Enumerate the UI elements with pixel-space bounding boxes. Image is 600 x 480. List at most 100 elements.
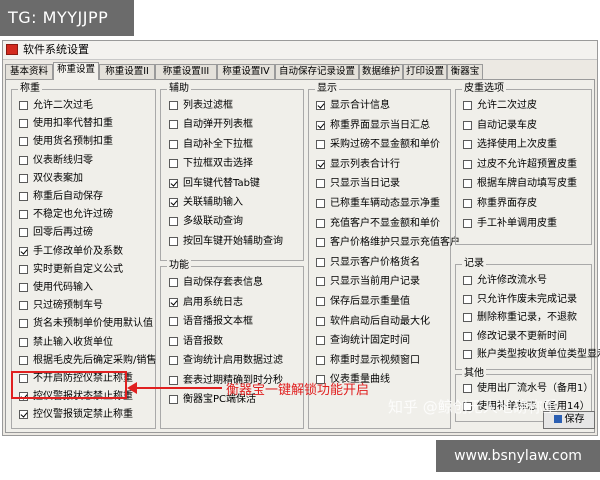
checkbox-item[interactable]: 不稳定也允许过磅 — [19, 207, 113, 222]
checkbox-item[interactable]: 使用代码输入 — [19, 280, 93, 295]
checkbox-unchecked[interactable] — [19, 319, 28, 329]
checkbox-checked[interactable] — [19, 410, 28, 420]
checkbox-item[interactable]: 已称重车辆动态显示净重 — [316, 196, 440, 211]
checkbox-unchecked[interactable] — [169, 278, 178, 287]
checkbox-unchecked[interactable] — [463, 331, 472, 341]
tab-auto-save-records[interactable]: 自动保存记录设置 — [275, 64, 359, 79]
checkbox-unchecked[interactable] — [463, 120, 472, 130]
checkbox-item[interactable]: 仪表断线归零 — [19, 153, 93, 168]
checkbox-unchecked[interactable] — [19, 355, 28, 365]
checkbox-unchecked[interactable] — [169, 236, 178, 246]
checkbox-item[interactable]: 允许二次过皮 — [463, 98, 537, 113]
checkbox-item[interactable]: 账户类型按收货单位类型显示 — [463, 347, 600, 362]
checkbox-unchecked[interactable] — [316, 297, 325, 306]
checkbox-unchecked[interactable] — [169, 317, 178, 326]
checkbox-unchecked[interactable] — [169, 159, 178, 169]
checkbox-unchecked[interactable] — [19, 228, 28, 238]
checkbox-unchecked[interactable] — [169, 395, 178, 404]
checkbox-unchecked[interactable] — [463, 384, 472, 393]
checkbox-unchecked[interactable] — [463, 276, 472, 285]
checkbox-item[interactable]: 多级联动查询 — [169, 214, 243, 229]
checkbox-unchecked[interactable] — [316, 179, 325, 189]
checkbox-checked[interactable] — [169, 297, 178, 307]
checkbox-item[interactable]: 充值客户不显金额和单价 — [316, 216, 440, 231]
checkbox-item[interactable]: 客户价格维护只显示充值客户 — [316, 235, 460, 250]
checkbox-item[interactable]: 根据毛皮先后确定采购/销售 — [19, 353, 156, 368]
checkbox-item[interactable]: 自动保存套表信息 — [169, 275, 263, 290]
tab-weighing-settings-4[interactable]: 称重设置IV — [217, 64, 275, 79]
checkbox-item[interactable]: 回车键代替Tab键 — [169, 176, 260, 191]
checkbox-item[interactable]: 选择使用上次皮重 — [463, 137, 557, 152]
checkbox-unchecked[interactable] — [19, 264, 28, 274]
tab-weighing-settings-2[interactable]: 称重设置II — [99, 64, 155, 79]
checkbox-item[interactable]: 语音播报文本框 — [169, 314, 253, 329]
checkbox-item[interactable]: 称重后自动保存 — [19, 189, 103, 204]
checkbox-unchecked[interactable] — [316, 238, 325, 248]
checkbox-unchecked[interactable] — [169, 139, 178, 149]
checkbox-item[interactable]: 查询统计固定时间 — [316, 333, 410, 348]
checkbox-item[interactable]: 只显示客户价格货名 — [316, 255, 420, 270]
checkbox-item[interactable]: 显示列表合计行 — [316, 157, 400, 172]
checkbox-checked[interactable] — [316, 159, 325, 169]
checkbox-item[interactable]: 只允许作废未完成记录 — [463, 292, 577, 307]
checkbox-item[interactable]: 语音报数 — [169, 334, 223, 349]
checkbox-item[interactable]: 只显示当日记录 — [316, 176, 400, 191]
checkbox-unchecked[interactable] — [463, 199, 472, 208]
checkbox-item[interactable]: 查询统计启用数据过滤 — [169, 353, 283, 368]
checkbox-unchecked[interactable] — [463, 159, 472, 169]
checkbox-unchecked[interactable] — [316, 277, 325, 287]
tab-hengqibao[interactable]: 衡器宝 — [447, 64, 483, 79]
checkbox-unchecked[interactable] — [463, 294, 472, 304]
checkbox-item[interactable]: 回零后再过磅 — [19, 225, 93, 240]
checkbox-unchecked[interactable] — [19, 301, 28, 311]
tab-basic-info[interactable]: 基本资料 — [5, 64, 53, 79]
checkbox-unchecked[interactable] — [19, 210, 28, 220]
checkbox-unchecked[interactable] — [19, 192, 28, 201]
checkbox-unchecked[interactable] — [463, 140, 472, 150]
tab-weighing-settings[interactable]: 称重设置 — [53, 62, 99, 80]
checkbox-unchecked[interactable] — [316, 199, 325, 208]
checkbox-item[interactable]: 下拉框双击选择 — [169, 156, 253, 171]
checkbox-item[interactable]: 修改记录不更新时间 — [463, 329, 567, 344]
checkbox-item[interactable]: 根据车牌自动填写皮重 — [463, 176, 577, 191]
checkbox-item[interactable]: 列表过滤框 — [169, 98, 233, 113]
tab-weighing-settings-3[interactable]: 称重设置III — [155, 64, 217, 79]
checkbox-item[interactable]: 控仪警报锁定禁止称重 — [19, 407, 133, 422]
checkbox-unchecked[interactable] — [316, 218, 325, 228]
tab-data-maintenance[interactable]: 数据维护 — [359, 64, 403, 79]
checkbox-unchecked[interactable] — [463, 179, 472, 189]
checkbox-unchecked[interactable] — [19, 337, 28, 347]
checkbox-item[interactable]: 显示合计信息 — [316, 98, 390, 113]
checkbox-unchecked[interactable] — [463, 101, 472, 110]
tab-print-settings[interactable]: 打印设置 — [403, 64, 447, 79]
checkbox-item[interactable]: 保存后显示重量值 — [316, 294, 410, 309]
checkbox-unchecked[interactable] — [316, 257, 325, 267]
checkbox-unchecked[interactable] — [19, 119, 28, 129]
checkbox-item[interactable]: 使用扣率代替扣重 — [19, 116, 113, 131]
checkbox-unchecked[interactable] — [19, 101, 28, 110]
checkbox-item[interactable]: 只显示当前用户记录 — [316, 274, 420, 289]
checkbox-item[interactable]: 手工补单调用皮重 — [463, 216, 557, 231]
checkbox-item[interactable]: 手工修改单价及系数 — [19, 244, 123, 259]
checkbox-unchecked[interactable] — [19, 155, 28, 165]
checkbox-item[interactable]: 采购过磅不显金额和单价 — [316, 137, 440, 152]
checkbox-checked[interactable] — [169, 198, 178, 207]
checkbox-unchecked[interactable] — [463, 350, 472, 359]
checkbox-item[interactable]: 自动补全下拉框 — [169, 137, 253, 152]
checkbox-item[interactable]: 称重时显示视频窗口 — [316, 353, 420, 368]
checkbox-item[interactable]: 删除称重记录，不退款 — [463, 310, 577, 325]
checkbox-item[interactable]: 关联辅助输入 — [169, 195, 243, 210]
checkbox-item[interactable]: 称重界面显示当日汇总 — [316, 118, 430, 133]
checkbox-checked[interactable] — [316, 120, 325, 130]
checkbox-unchecked[interactable] — [169, 120, 178, 130]
checkbox-unchecked[interactable] — [316, 336, 325, 346]
checkbox-unchecked[interactable] — [19, 283, 28, 292]
checkbox-item[interactable]: 过皮不允许超预置皮重 — [463, 157, 577, 172]
checkbox-item[interactable]: 实时更新自定义公式 — [19, 262, 123, 277]
checkbox-item[interactable]: 货名未预制单价使用默认值 — [19, 316, 153, 331]
checkbox-unchecked[interactable] — [316, 316, 325, 326]
checkbox-item[interactable]: 按回车键开始辅助查询 — [169, 234, 283, 249]
checkbox-unchecked[interactable] — [169, 101, 178, 110]
checkbox-item[interactable]: 只过磅预制车号 — [19, 298, 103, 313]
checkbox-item[interactable]: 允许二次过毛 — [19, 98, 93, 113]
